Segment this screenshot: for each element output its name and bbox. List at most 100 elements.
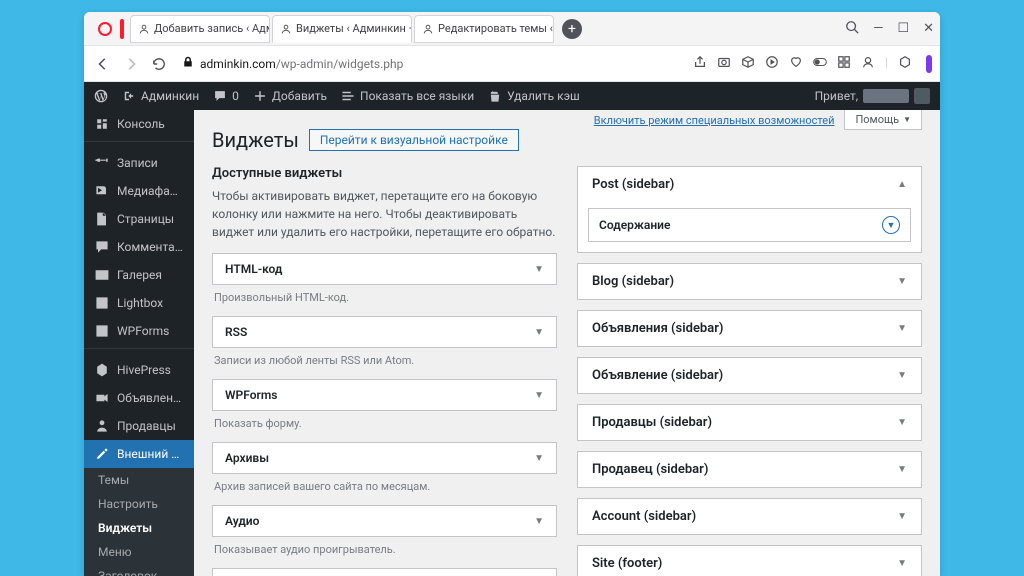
widget-area-header[interactable]: Продавцы (sidebar)▼ [578,405,921,440]
accessibility-link[interactable]: Включить режим специальных возможностей [594,114,835,127]
chevron-down-icon: ▼ [897,464,907,475]
lock-icon [182,56,194,71]
chevron-down-icon[interactable]: ▼ [882,216,900,234]
sidebar-item-appearance[interactable]: Внешний вид [84,440,194,468]
widget-name: Архивы [225,451,269,465]
chevron-down-icon: ▼ [897,417,907,428]
page-title: Виджеты [212,128,299,152]
sidebar-item-ads[interactable]: Объявления [84,384,194,412]
screen-meta: Включить режим специальных возможностей … [594,110,922,130]
person-icon [281,24,291,34]
wp-logo[interactable] [94,89,108,103]
widget-area-header[interactable]: Post (sidebar)▲ [578,167,921,202]
opera-icon[interactable] [98,22,112,36]
submenu-item[interactable]: Темы [84,468,194,492]
widget-area: Продавцы (sidebar)▼ [577,404,922,441]
browser-tab-active[interactable]: Виджеты ‹ Админкин — [272,15,412,43]
reload-icon[interactable] [148,53,170,75]
available-widget[interactable]: WPForms▼ [212,379,557,411]
url-host: adminkin.com [200,57,276,71]
widget-area-header[interactable]: Blog (sidebar)▼ [578,264,921,299]
add-new-link[interactable]: Добавить [253,89,327,103]
widget-areas-column: Post (sidebar)▲ Содержание▼ Blog (sidebar)… [577,166,922,576]
share-icon[interactable] [693,55,707,73]
play-icon[interactable] [765,55,779,73]
maximize-icon[interactable]: ☐ [897,21,909,36]
comments-link[interactable]: 0 [213,89,239,103]
sidebar-item-label: Консоль [117,117,165,131]
sidebar-toggle[interactable] [120,19,124,39]
chevron-up-icon: ▲ [897,179,907,190]
available-widget[interactable]: Блок▼ [212,568,557,576]
browser-tab[interactable]: Добавить запись ‹ Адми [130,15,270,43]
area-name: Blog (sidebar) [592,274,674,289]
sidebar-item-media[interactable]: Медиафайлы [84,177,194,205]
easy-setup-icon[interactable] [926,55,932,73]
widget-area-header[interactable]: Объявление (sidebar)▼ [578,358,921,393]
placed-widget[interactable]: Содержание▼ [588,208,911,242]
chevron-down-icon: ▼ [534,327,544,338]
sidebar-item-gallery[interactable]: Галерея [84,261,194,289]
help-tab[interactable]: Помощь▼ [844,110,922,130]
extensions-icon[interactable] [898,55,912,73]
browser-window: Добавить запись ‹ Адми Виджеты ‹ Админки… [84,12,940,576]
sidebar-item-user[interactable]: Продавцы [84,412,194,440]
languages-link[interactable]: Показать все языки [341,89,474,103]
forward-icon[interactable] [120,53,142,75]
new-tab-button[interactable]: + [562,19,582,39]
widget-area: Объявления (sidebar)▼ [577,310,922,347]
available-widget[interactable]: Архивы ▼ [212,442,557,474]
site-link[interactable]: Админкин [122,89,199,103]
sidebar-item-wpforms[interactable]: WPForms [84,317,194,345]
available-widget[interactable]: Аудио▼ [212,505,557,537]
search-icon[interactable] [845,20,859,38]
widget-area-header[interactable]: Продавец (sidebar) ▼ [578,452,921,487]
camera-icon[interactable] [717,55,731,73]
chevron-down-icon: ▼ [534,390,544,401]
widget-area-header[interactable]: Объявления (sidebar)▼ [578,311,921,346]
widget-area-header[interactable]: Site (footer)▼ [578,546,921,576]
wp-admin: Админкин 0 Добавить Показать все языки У… [84,82,940,576]
submenu-item[interactable]: Заголовок [84,564,194,576]
available-widget[interactable]: RSS ▼ [212,316,557,348]
sidebar-item-page[interactable]: Страницы [84,205,194,233]
submenu-item[interactable]: Настроить [84,492,194,516]
back-icon[interactable] [92,53,114,75]
profile-link[interactable]: Привет,xxx [815,88,930,104]
available-widget[interactable]: HTML-код▼ [212,253,557,285]
minimize-icon[interactable]: — [873,21,883,36]
submenu-item[interactable]: Меню [84,540,194,564]
widget-name: RSS [225,325,247,339]
sidebar-item-comment[interactable]: Комментарии [84,233,194,261]
grid-icon[interactable] [837,55,851,73]
chevron-down-icon: ▼ [897,323,907,334]
visual-setup-button[interactable]: Перейти к визуальной настройке [309,129,519,151]
heart-icon[interactable] [789,55,803,73]
widget-area: Account (sidebar)▼ [577,498,922,535]
cache-link[interactable]: Удалить кэш [488,89,580,103]
sidebar-item-hive[interactable]: HivePress [84,356,194,384]
area-name: Продавец (sidebar) [592,462,708,477]
chevron-down-icon: ▼ [897,511,907,522]
browser-tab[interactable]: Редактировать темы ‹ А [414,15,554,43]
cube-icon[interactable] [741,55,755,73]
address-bar: adminkin.com/wp-admin/widgets.php | [84,46,940,82]
sidebar-item-label: Страницы [117,212,174,226]
toggle-icon[interactable] [813,55,827,73]
submenu-item[interactable]: Виджеты [84,516,194,540]
person-icon [139,24,149,34]
sidebar-item-lightbox[interactable]: Lightbox [84,289,194,317]
wp-adminbar: Админкин 0 Добавить Показать все языки У… [84,82,940,110]
sidebar-item-dashboard[interactable]: Консоль [84,110,194,138]
close-icon[interactable]: ✕ [923,21,934,36]
profile-icon[interactable] [861,55,875,73]
widget-name: HTML-код [225,262,282,276]
widget-area: Продавец (sidebar) ▼ [577,451,922,488]
sidebar-item-label: Комментарии [117,240,184,254]
widget-desc: Произвольный HTML-код. [212,289,557,316]
url-field[interactable]: adminkin.com/wp-admin/widgets.php [176,51,687,77]
widget-area-header[interactable]: Account (sidebar)▼ [578,499,921,534]
sidebar-item-pin[interactable]: Записи [84,149,194,177]
chevron-down-icon: ▼ [534,453,544,464]
widget-area: Объявление (sidebar)▼ [577,357,922,394]
